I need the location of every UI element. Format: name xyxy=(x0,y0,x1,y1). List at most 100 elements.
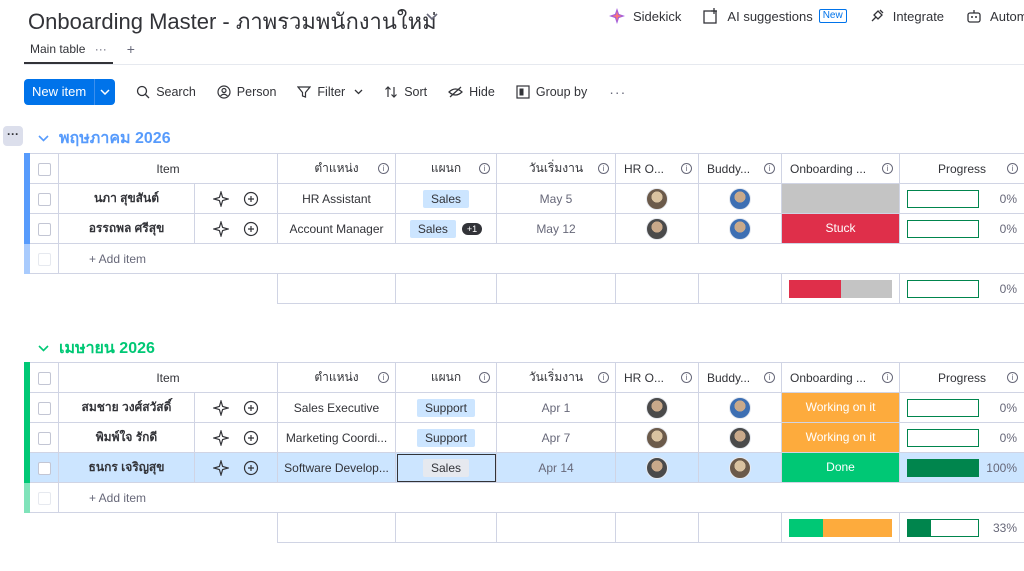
start-date-cell[interactable]: May 5 xyxy=(496,183,616,214)
sort-button[interactable]: Sort xyxy=(384,85,427,99)
hr-owner-cell[interactable] xyxy=(615,422,699,453)
department-cell[interactable]: Support xyxy=(395,392,497,423)
add-item-button[interactable]: + Add item xyxy=(58,482,1024,513)
search-button[interactable]: Search xyxy=(136,85,196,99)
info-icon[interactable]: i xyxy=(479,371,490,383)
buddy-cell[interactable] xyxy=(698,452,782,483)
info-icon[interactable]: i xyxy=(378,162,389,174)
info-icon[interactable]: i xyxy=(764,162,775,174)
column-department[interactable]: แผนก i xyxy=(395,153,497,184)
add-update-icon[interactable] xyxy=(243,191,259,207)
new-item-button[interactable]: New item xyxy=(24,79,116,105)
position-cell[interactable]: Marketing Coordi... xyxy=(277,422,396,453)
column-progress[interactable]: Progress i xyxy=(899,153,1024,184)
sparkle-icon[interactable] xyxy=(213,429,229,446)
position-cell[interactable]: Software Develop... xyxy=(277,452,396,483)
buddy-cell[interactable] xyxy=(698,183,782,214)
row-checkbox[interactable] xyxy=(29,213,59,244)
chevron-down-icon[interactable] xyxy=(38,133,49,145)
department-cell[interactable]: Sales +1 xyxy=(395,213,497,244)
row-checkbox[interactable] xyxy=(29,392,59,423)
group-by-button[interactable]: Group by xyxy=(516,85,587,99)
add-view-button[interactable]: + xyxy=(127,40,135,64)
info-icon[interactable]: i xyxy=(681,371,692,383)
info-icon[interactable]: i xyxy=(598,162,609,174)
table-row[interactable]: สมชาย วงศ์สวัสดิ์ Sales Executive Suppor… xyxy=(24,392,1024,423)
info-icon[interactable]: i xyxy=(764,371,775,383)
info-icon[interactable]: i xyxy=(882,162,893,174)
add-update-icon[interactable] xyxy=(243,400,259,416)
info-icon[interactable]: i xyxy=(882,371,893,383)
item-name[interactable]: ธนกร เจริญสุข xyxy=(58,452,195,483)
department-cell[interactable]: Sales xyxy=(395,183,497,214)
buddy-cell[interactable] xyxy=(698,422,782,453)
row-checkbox[interactable] xyxy=(29,452,59,483)
onboarding-status-cell[interactable]: Working on it xyxy=(781,422,900,453)
ai-suggestions-button[interactable]: AI suggestions New xyxy=(703,8,847,24)
sparkle-icon[interactable] xyxy=(213,190,229,207)
column-position[interactable]: ตำแหน่ง i xyxy=(277,362,396,393)
column-hr-owner[interactable]: HR O... i xyxy=(615,362,699,393)
column-onboarding[interactable]: Onboarding ... i xyxy=(781,153,900,184)
chevron-down-icon[interactable] xyxy=(426,8,438,24)
onboarding-status-cell[interactable]: Working on it xyxy=(781,392,900,423)
select-all-checkbox[interactable] xyxy=(29,362,59,393)
department-cell[interactable]: Support xyxy=(395,422,497,453)
more-count-badge[interactable]: +1 xyxy=(461,223,483,236)
position-cell[interactable]: Sales Executive xyxy=(277,392,396,423)
group-options-icon[interactable]: ··· xyxy=(3,126,23,146)
item-name[interactable]: นภา สุขสันต์ xyxy=(58,183,195,214)
info-icon[interactable]: i xyxy=(1007,371,1018,383)
add-update-icon[interactable] xyxy=(243,221,259,237)
add-item-row[interactable]: + Add item xyxy=(24,482,1024,513)
select-all-checkbox[interactable] xyxy=(29,153,59,184)
table-row[interactable]: พิมพ์ใจ รักดี Marketing Coordi... Suppor… xyxy=(24,422,1024,453)
column-onboarding[interactable]: Onboarding ... i xyxy=(781,362,900,393)
item-name[interactable]: สมชาย วงศ์สวัสดิ์ xyxy=(58,392,195,423)
onboarding-status-cell[interactable]: Done xyxy=(781,452,900,483)
buddy-cell[interactable] xyxy=(698,392,782,423)
column-item[interactable]: Item xyxy=(58,153,278,184)
column-start-date[interactable]: วันเริ่มงาน i xyxy=(496,153,616,184)
hide-button[interactable]: Hide xyxy=(448,85,495,99)
chevron-down-icon[interactable] xyxy=(354,89,363,95)
column-buddy[interactable]: Buddy... i xyxy=(698,362,782,393)
column-position[interactable]: ตำแหน่ง i xyxy=(277,153,396,184)
status-summary[interactable] xyxy=(781,512,900,543)
hr-owner-cell[interactable] xyxy=(615,183,699,214)
add-update-icon[interactable] xyxy=(243,460,259,476)
group-title-may[interactable]: พฤษภาคม 2026 xyxy=(38,126,171,151)
automate-button[interactable]: Automat xyxy=(966,8,1024,24)
add-item-row[interactable]: + Add item xyxy=(24,243,1024,274)
onboarding-status-cell[interactable]: Stuck xyxy=(781,213,900,244)
sparkle-icon[interactable] xyxy=(213,399,229,416)
start-date-cell[interactable]: Apr 1 xyxy=(496,392,616,423)
sparkle-icon[interactable] xyxy=(213,220,229,237)
info-icon[interactable]: i xyxy=(681,162,692,174)
hr-owner-cell[interactable] xyxy=(615,213,699,244)
table-row[interactable]: นภา สุขสันต์ HR Assistant Sales May 5 0% xyxy=(24,183,1024,214)
table-row-selected[interactable]: ธนกร เจริญสุข Software Develop... Sales … xyxy=(24,452,1024,483)
sparkle-icon[interactable] xyxy=(213,459,229,476)
info-icon[interactable]: i xyxy=(378,371,389,383)
hr-owner-cell[interactable] xyxy=(615,392,699,423)
column-department[interactable]: แผนก i xyxy=(395,362,497,393)
department-cell[interactable]: Sales xyxy=(395,452,497,483)
group-title-april[interactable]: เมษายน 2026 xyxy=(38,336,155,361)
board-title[interactable]: Onboarding Master - ภาพรวมพนักงานใหม่ xyxy=(28,4,437,39)
item-name[interactable]: พิมพ์ใจ รักดี xyxy=(58,422,195,453)
sidekick-button[interactable]: Sidekick xyxy=(609,8,681,24)
column-progress[interactable]: Progress i xyxy=(899,362,1024,393)
position-cell[interactable]: Account Manager xyxy=(277,213,396,244)
item-name[interactable]: อรรถพล ศรีสุข xyxy=(58,213,195,244)
new-item-label[interactable]: New item xyxy=(24,79,96,105)
hr-owner-cell[interactable] xyxy=(615,452,699,483)
start-date-cell[interactable]: Apr 14 xyxy=(496,452,616,483)
column-start-date[interactable]: วันเริ่มงาน i xyxy=(496,362,616,393)
status-summary[interactable] xyxy=(781,273,900,304)
column-item[interactable]: Item xyxy=(58,362,278,393)
add-update-icon[interactable] xyxy=(243,430,259,446)
add-item-button[interactable]: + Add item xyxy=(58,243,1024,274)
tab-main-table[interactable]: Main table ··· xyxy=(24,40,113,64)
buddy-cell[interactable] xyxy=(698,213,782,244)
